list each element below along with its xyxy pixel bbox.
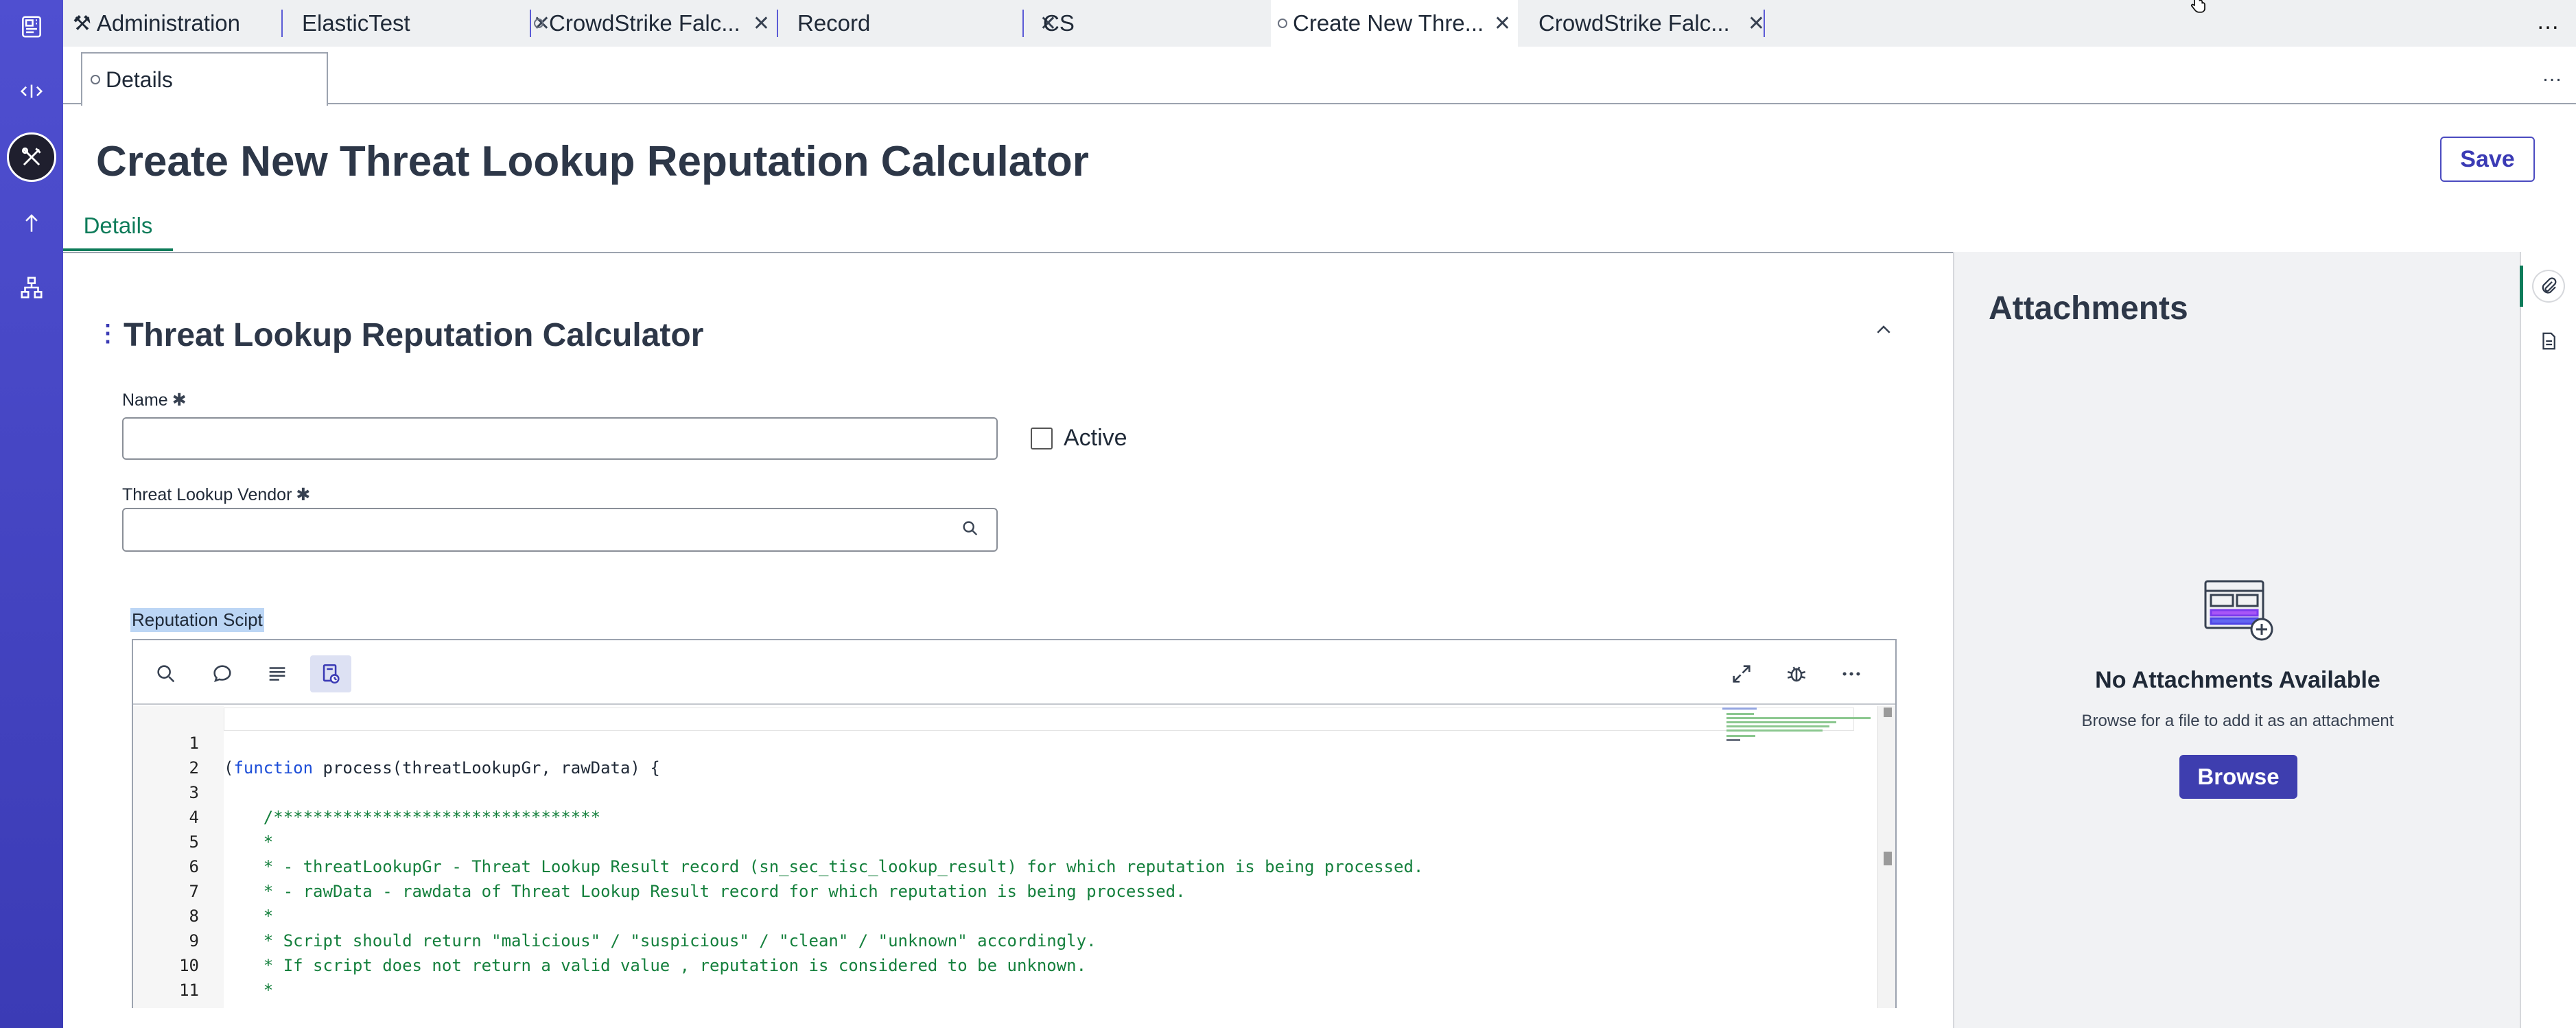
tab-label: ElasticTest (302, 10, 410, 36)
fullscreen-icon[interactable] (1721, 655, 1762, 692)
tab-label: Record (797, 10, 871, 36)
script-editor[interactable]: 1 (function process(threatLookupGr, rawD… (132, 639, 1897, 1008)
active-checkbox[interactable] (1031, 428, 1053, 449)
left-nav-rail (0, 0, 63, 1028)
code-area[interactable]: 1 (function process(threatLookupGr, rawD… (133, 706, 1895, 1008)
tab-record[interactable]: Record ✕ (797, 0, 1065, 47)
tab-divider (1022, 10, 1024, 37)
format-icon[interactable] (257, 655, 298, 692)
save-button[interactable]: Save (2440, 137, 2535, 182)
active-panel-indicator (2520, 266, 2523, 307)
workspace-icon[interactable] (14, 10, 49, 44)
tab-divider (530, 10, 531, 37)
attachments-empty-hint: Browse for a file to add it as an attach… (2081, 712, 2394, 730)
code-minimap[interactable] (1721, 706, 1877, 747)
tab-label: CrowdStrike Falc... (549, 10, 740, 36)
tab-label: Create New Thre... (1293, 10, 1484, 36)
tools-icon[interactable] (7, 132, 56, 182)
search-icon[interactable] (961, 519, 983, 541)
vendor-label-text: Threat Lookup Vendor (122, 485, 292, 504)
divider (63, 252, 1953, 253)
active-label: Active (1064, 425, 1127, 451)
right-utility-rail (2520, 252, 2576, 1028)
tab-crowdstrike-1[interactable]: CrowdStrike Falc... ✕ (534, 0, 780, 47)
unsaved-indicator-icon (91, 75, 100, 84)
section-menu-icon[interactable]: ⋮ (96, 320, 119, 347)
wrench-icon: ⚒ (73, 12, 91, 35)
collapse-toggle-icon[interactable] (14, 74, 49, 108)
tab-administration[interactable]: ⚒ Administration (73, 0, 333, 47)
code-line: 2 (133, 731, 1780, 778)
unsaved-indicator-icon (534, 19, 543, 28)
attachments-empty-title: No Attachments Available (2095, 667, 2380, 693)
mouse-cursor-icon (2186, 0, 2214, 16)
record-tab-bar: Details … (63, 47, 2576, 106)
code-line: 4 * (133, 780, 1780, 852)
section-title: Threat Lookup Reputation Calculator (124, 317, 704, 353)
code-line: 5 * - threatLookupGr - Threat Lookup Res… (133, 805, 1780, 876)
name-label-text: Name (122, 390, 168, 410)
scrollbar-thumb[interactable] (1884, 708, 1892, 717)
search-icon[interactable] (145, 655, 187, 692)
tab-label: Administration (96, 10, 240, 36)
close-icon[interactable]: ✕ (753, 12, 770, 36)
script-include-icon[interactable] (310, 655, 351, 692)
tab-details[interactable]: Details (63, 213, 173, 253)
document-icon[interactable] (2533, 326, 2564, 356)
tab-divider (1764, 10, 1765, 37)
more-icon[interactable] (1831, 655, 1872, 692)
tab-crowdstrike-2[interactable]: CrowdStrike Falc... ✕ (1538, 0, 1827, 47)
hierarchy-icon[interactable] (14, 270, 49, 305)
name-field[interactable] (122, 417, 998, 460)
vendor-lookup-field[interactable] (122, 508, 998, 552)
active-tab-indicator (63, 248, 173, 251)
required-icon: ✱ (172, 390, 187, 410)
vendor-label: Threat Lookup Vendor ✱ (122, 484, 310, 505)
comment-icon[interactable] (202, 655, 243, 692)
tab-divider (281, 10, 283, 37)
code-line: 6 * - rawData - rawdata of Threat Lookup… (133, 830, 1780, 901)
required-icon: ✱ (296, 485, 311, 504)
close-icon[interactable]: ✕ (1748, 12, 1765, 36)
code-line: 10 * (133, 928, 1780, 1000)
editor-toolbar (133, 640, 1895, 705)
attachments-panel: Attachments No Attachments Available Bro… (1953, 252, 2520, 1028)
code-line: 12 (133, 978, 1780, 1008)
more-icon[interactable]: … (2542, 63, 2564, 86)
paperclip-icon[interactable] (2533, 271, 2564, 301)
code-line: 8 * Script should return "malicious" / "… (133, 879, 1780, 950)
debug-icon[interactable] (1776, 655, 1817, 692)
code-line: 9 * If script does not return a valid va… (133, 904, 1780, 975)
tab-divider (777, 10, 778, 37)
line-number: 12 (133, 1003, 199, 1008)
code-text: **********************************/ (224, 1003, 611, 1008)
name-label: Name ✱ (122, 390, 187, 410)
code-line: 3 /********************************* (133, 756, 1780, 827)
tab-create-new-threat[interactable]: Create New Thre... ✕ (1271, 0, 1518, 47)
unsaved-indicator-icon (1278, 19, 1287, 28)
code-line: 7 * (133, 854, 1780, 926)
chevron-up-icon[interactable] (1873, 320, 1894, 346)
code-line: 1 (function process(threatLookupGr, rawD… (133, 706, 1780, 778)
page-title: Create New Threat Lookup Reputation Calc… (96, 138, 1089, 185)
tab-label: CrowdStrike Falc... (1538, 10, 1730, 36)
more-icon[interactable]: … (2536, 8, 2561, 35)
subtab-label: Details (106, 67, 173, 92)
attachment-illustration-icon (2201, 574, 2277, 650)
upload-icon[interactable] (14, 206, 49, 240)
scrollbar-marker (1884, 852, 1892, 865)
script-label: Reputation Scipt (130, 608, 264, 632)
browse-button[interactable]: Browse (2179, 755, 2297, 799)
close-icon[interactable]: ✕ (1494, 12, 1511, 36)
attachments-title: Attachments (1989, 290, 2188, 327)
code-line: 11 **********************************/ (133, 953, 1780, 1008)
subtab-details[interactable]: Details (81, 52, 328, 106)
editor-scrollbar[interactable] (1877, 706, 1895, 1008)
tab-label: CS (1043, 10, 1075, 36)
